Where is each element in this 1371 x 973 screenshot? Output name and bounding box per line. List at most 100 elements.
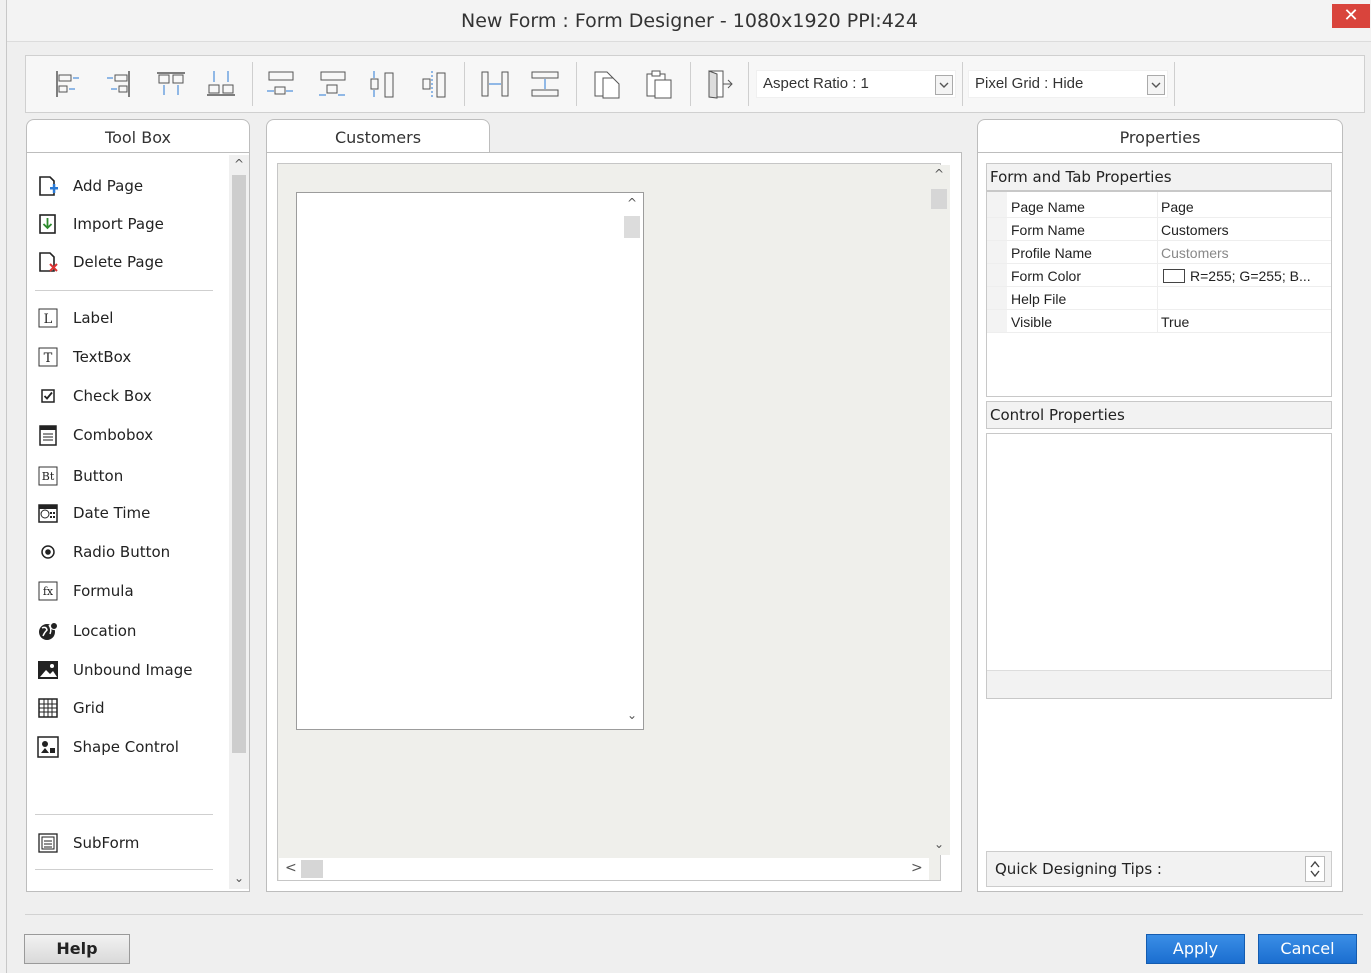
scroll-up-icon[interactable]: ^ (234, 157, 244, 171)
tool-radio-button[interactable]: Radio Button (37, 537, 170, 567)
form-page-scrollbar[interactable]: ^ ⌄ (621, 194, 643, 728)
tool-unbound-image[interactable]: Unbound Image (37, 655, 192, 685)
scroll-thumb[interactable] (301, 860, 323, 878)
tab-customers[interactable]: Customers (266, 119, 490, 155)
tool-combobox[interactable]: Combobox (37, 420, 153, 450)
property-row-form-color[interactable]: Form Color R=255; G=255; B... (987, 265, 1331, 287)
combobox-icon (37, 424, 59, 446)
tool-date-time[interactable]: Date Time (37, 498, 150, 528)
space-vertical-button[interactable] (526, 66, 564, 102)
tool-button[interactable]: Bt Button (37, 461, 123, 491)
exit-button[interactable] (700, 66, 738, 102)
tool-formula[interactable]: fx Formula (37, 576, 134, 606)
scroll-up-icon[interactable]: ^ (627, 196, 637, 210)
tool-add-page[interactable]: Add Page (37, 171, 143, 201)
scroll-down-icon[interactable]: ⌄ (234, 871, 244, 885)
svg-text:T: T (44, 351, 53, 366)
quick-tips-bar[interactable]: Quick Designing Tips : (986, 851, 1332, 887)
location-icon (37, 620, 59, 642)
property-row-form-name[interactable]: Form Name Customers (987, 219, 1331, 241)
align-left-icon (56, 71, 79, 97)
property-row-help-file[interactable]: Help File (987, 288, 1331, 310)
center-horizontal-icon (267, 71, 294, 95)
close-button[interactable]: ✕ (1332, 4, 1370, 28)
space-horizontal-icon (481, 71, 509, 97)
pixel-grid-select[interactable]: Pixel Grid : Hide (968, 70, 1168, 98)
property-row-visible[interactable]: Visible True (987, 311, 1331, 333)
subform-icon (37, 832, 59, 854)
close-icon: ✕ (1343, 5, 1359, 25)
svg-text:fx: fx (43, 585, 54, 598)
chevron-down-icon[interactable] (1147, 75, 1165, 95)
space-horizontal-button[interactable] (476, 66, 514, 102)
scroll-thumb[interactable] (232, 175, 246, 753)
tool-subform[interactable]: SubForm (37, 828, 139, 858)
scroll-down-icon[interactable]: ⌄ (627, 708, 637, 722)
tool-label: Shape Control (73, 738, 179, 756)
cancel-button[interactable]: Cancel (1258, 934, 1357, 964)
copy-button[interactable] (588, 66, 626, 102)
pixel-grid-value: Pixel Grid : Hide (975, 75, 1084, 92)
title-bar: New Form : Form Designer - 1080x1920 PPI… (7, 0, 1371, 42)
tool-location[interactable]: Location (37, 616, 136, 646)
button-icon: Bt (37, 465, 59, 487)
tool-label: Radio Button (73, 543, 171, 561)
up-down-icon[interactable] (1305, 856, 1325, 882)
property-key: Form Name (1011, 222, 1085, 238)
paste-button[interactable] (640, 66, 678, 102)
toolbox-scrollbar[interactable]: ^ ⌄ (229, 155, 249, 889)
design-canvas[interactable]: ^ ⌄ ^ ⌄ < > (277, 163, 950, 881)
center-vertical-button[interactable] (364, 66, 402, 102)
tool-grid[interactable]: Grid (37, 693, 104, 723)
property-value: Customers (1161, 245, 1229, 261)
designer-panel: ^ ⌄ ^ ⌄ < > (266, 152, 962, 892)
control-properties-grid (986, 433, 1332, 699)
help-button[interactable]: Help (24, 934, 130, 964)
property-value[interactable]: Customers (1161, 222, 1229, 238)
aspect-ratio-select[interactable]: Aspect Ratio : 1 (756, 70, 956, 98)
tool-label: Delete Page (73, 253, 164, 271)
tool-shape-control[interactable]: Shape Control (37, 732, 179, 762)
property-value[interactable]: Page (1161, 199, 1194, 215)
control-properties-header: Control Properties (986, 401, 1332, 429)
scroll-left-icon[interactable]: < (285, 860, 297, 876)
scroll-right-icon[interactable]: > (911, 860, 923, 876)
tool-label: Unbound Image (73, 661, 193, 679)
property-row-profile-name[interactable]: Profile Name Customers (987, 242, 1331, 264)
tool-label: Label (73, 309, 114, 327)
center-horizontal-button[interactable] (262, 66, 300, 102)
align-left-button[interactable] (48, 66, 86, 102)
tool-label: Location (73, 622, 137, 640)
form-tab-properties-header: Form and Tab Properties (986, 163, 1332, 191)
scroll-down-icon[interactable]: ⌄ (934, 837, 944, 851)
toolbar-separator (748, 62, 749, 106)
form-page[interactable]: ^ ⌄ (296, 192, 644, 730)
align-top-button[interactable] (152, 66, 190, 102)
chevron-down-icon[interactable] (935, 75, 953, 95)
tool-checkbox[interactable]: Check Box (37, 381, 152, 411)
center-vertical-alt-button[interactable] (416, 66, 454, 102)
scroll-thumb[interactable] (624, 216, 640, 238)
toolbar-separator (576, 62, 577, 106)
canvas-horizontal-scrollbar[interactable]: < > (279, 858, 929, 880)
tool-import-page[interactable]: Import Page (37, 209, 164, 239)
properties-title: Properties (977, 119, 1343, 155)
tool-label-control[interactable]: L Label (37, 303, 113, 333)
property-value[interactable]: True (1161, 314, 1189, 330)
tool-label: TextBox (73, 348, 132, 366)
canvas-vertical-scrollbar[interactable]: ^ ⌄ (928, 165, 950, 855)
tool-delete-page[interactable]: Delete Page (37, 247, 163, 277)
align-right-button[interactable] (100, 66, 138, 102)
exit-icon (708, 70, 733, 99)
center-horizontal-alt-button[interactable] (314, 66, 352, 102)
tool-textbox[interactable]: T TextBox (37, 342, 131, 372)
align-bottom-button[interactable] (202, 66, 240, 102)
scroll-thumb[interactable] (931, 189, 947, 209)
property-value[interactable]: R=255; G=255; B... (1190, 268, 1311, 284)
property-row-page-name[interactable]: Page Name Page (987, 196, 1331, 218)
apply-button[interactable]: Apply (1146, 934, 1245, 964)
color-swatch[interactable] (1163, 269, 1185, 283)
scroll-up-icon[interactable]: ^ (934, 167, 944, 181)
center-horizontal-alt-icon (319, 71, 346, 96)
delete-page-icon (37, 251, 59, 273)
